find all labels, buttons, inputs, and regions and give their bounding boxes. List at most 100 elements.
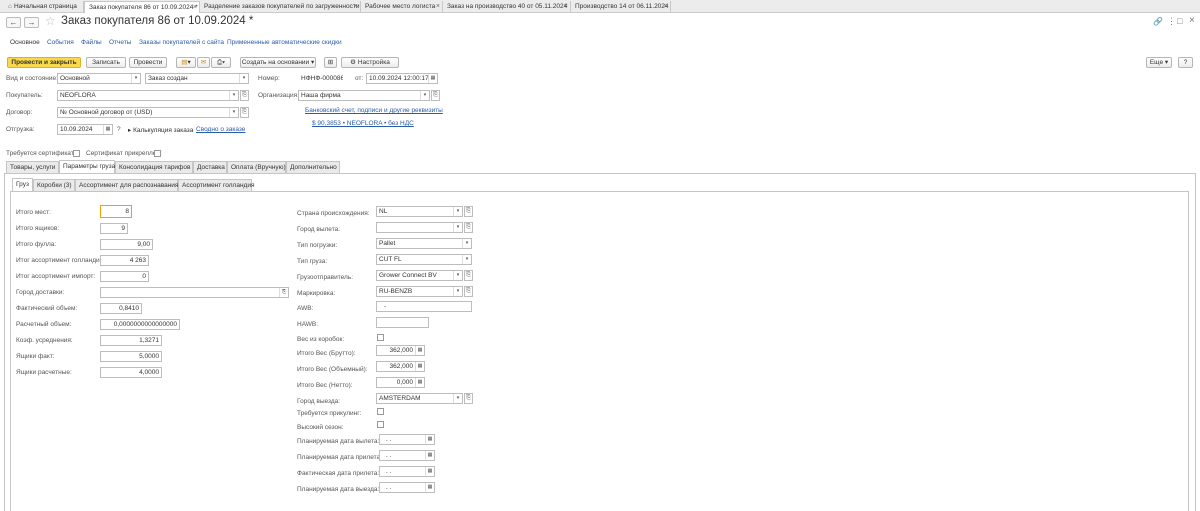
calculator-icon[interactable]: ▦ — [415, 362, 424, 371]
settings-button[interactable]: ⚙ Настройка — [341, 57, 399, 68]
forward-button[interactable]: → — [24, 17, 39, 28]
chevron-down-icon[interactable]: ▾ — [239, 74, 248, 83]
calculator-icon[interactable]: ▦ — [415, 378, 424, 387]
date-field[interactable]: 10.09.2024 12:00:17 ▦ — [366, 73, 438, 84]
total-places-field[interactable]: 8 — [100, 205, 132, 218]
chevron-down-icon[interactable]: ▾ — [453, 223, 462, 232]
tab-cargo[interactable]: Груз — [12, 178, 33, 191]
calendar-icon[interactable]: ▦ — [103, 125, 112, 134]
state-select[interactable]: Заказ создан ▾ — [145, 73, 249, 84]
awb-field[interactable]: - — [376, 301, 472, 312]
shipment-date-field[interactable]: 10.09.2024 ▦ — [57, 124, 113, 135]
planned-arrival-field[interactable]: . . ▦ — [379, 450, 435, 461]
tab-cargo-params[interactable]: Параметры груза — [59, 160, 115, 173]
open-link-icon[interactable]: ⎘ — [240, 107, 249, 118]
open-link-icon[interactable]: ⎘ — [464, 270, 473, 281]
window-tab-logist[interactable]: Рабочее место логиста × — [361, 1, 443, 13]
documents-menu-button[interactable]: ▤▾ — [176, 57, 196, 68]
close-icon[interactable]: × — [564, 1, 568, 12]
post-button[interactable]: Провести — [129, 57, 167, 68]
volume-weight-field[interactable]: 362,000 ▦ — [376, 361, 425, 372]
actual-volume-field[interactable]: 0,8410 — [100, 303, 142, 314]
calc-volume-field[interactable]: 0,0000000000000000 — [100, 319, 180, 330]
net-weight-field[interactable]: 0,000 ▦ — [376, 377, 425, 388]
window-tab-production-order[interactable]: Заказ на производство 40 от 05.11.2024 × — [443, 1, 571, 13]
cert-attached-checkbox[interactable] — [154, 150, 161, 157]
import-assortment-field[interactable]: 0 — [100, 271, 149, 282]
loading-type-select[interactable]: Pallet ▾ — [376, 238, 472, 249]
calc-boxes-field[interactable]: 4,0000 — [100, 367, 162, 378]
averaging-coef-field[interactable]: 1,3271 — [100, 335, 162, 346]
origin-country-field[interactable]: NL ▾ — [376, 206, 463, 217]
chevron-down-icon[interactable]: ▾ — [453, 207, 462, 216]
section-site-orders[interactable]: Заказы покупателей с сайта — [139, 39, 224, 46]
tab-goods-services[interactable]: Товары, услуги — [6, 161, 59, 173]
weight-from-boxes-checkbox[interactable] — [377, 334, 384, 341]
number-field[interactable]: НФНФ-000086 — [298, 73, 344, 84]
open-link-icon[interactable]: ⎘ — [240, 90, 249, 101]
total-full-field[interactable]: 9,00 — [100, 239, 153, 250]
tab-payment[interactable]: Оплата (Вручную) — [227, 161, 286, 173]
link-icon[interactable]: 🔗 — [1153, 17, 1163, 26]
structure-button[interactable]: ⊞ — [324, 57, 337, 68]
actual-arrival-field[interactable]: . . ▦ — [379, 466, 435, 477]
tab-recognition-assortment[interactable]: Ассортимент для распознавания — [75, 179, 178, 191]
open-link-icon[interactable]: ⎘ — [464, 393, 473, 404]
gross-weight-field[interactable]: 362,000 ▦ — [376, 345, 425, 356]
calendar-icon[interactable]: ▦ — [425, 483, 434, 492]
marking-field[interactable]: RU-BENZB ▾ — [376, 286, 463, 297]
section-events[interactable]: События — [47, 39, 74, 46]
chevron-down-icon[interactable]: ▾ — [462, 239, 471, 248]
exit-city-field[interactable]: AMSTERDAM ▾ — [376, 393, 463, 404]
close-icon[interactable]: × — [193, 2, 197, 13]
total-boxes-field[interactable]: 9 — [100, 223, 128, 234]
calendar-icon[interactable]: ▦ — [425, 451, 434, 460]
order-summary-link[interactable]: Сводно о заказе — [196, 126, 245, 133]
post-and-close-button[interactable]: Провести и закрыть — [7, 57, 81, 68]
precooling-checkbox[interactable] — [377, 408, 384, 415]
planned-exit-field[interactable]: . . ▦ — [379, 482, 435, 493]
section-files[interactable]: Файлы — [81, 39, 102, 46]
close-icon[interactable]: × — [436, 1, 440, 12]
more-vertical-icon[interactable]: ⋮ — [1167, 16, 1176, 27]
cargo-type-select[interactable]: CUT FL ▾ — [376, 254, 472, 265]
open-link-icon[interactable]: ⎘ — [464, 222, 473, 233]
shipper-field[interactable]: Grower Connect BV ▾ — [376, 270, 463, 281]
open-link-icon[interactable]: ⎘ — [431, 90, 440, 101]
open-link-icon[interactable]: ⎘ — [279, 288, 288, 297]
chevron-down-icon[interactable]: ▾ — [229, 91, 238, 100]
open-link-icon[interactable]: ⎘ — [464, 286, 473, 297]
high-season-checkbox[interactable] — [377, 421, 384, 428]
chevron-down-icon[interactable]: ▾ — [420, 91, 429, 100]
cert-required-checkbox[interactable] — [73, 150, 80, 157]
chevron-down-icon[interactable]: ▾ — [462, 255, 471, 264]
create-based-on-button[interactable]: Создать на основании ▾ — [240, 57, 316, 68]
window-tab-home[interactable]: ⌂ Начальная страница — [4, 1, 84, 13]
calculator-icon[interactable]: ▦ — [415, 346, 424, 355]
favorite-star-icon[interactable]: ☆ — [45, 14, 56, 28]
chevron-down-icon[interactable]: ▾ — [131, 74, 140, 83]
tab-holland-assortment[interactable]: Ассортимент голландия — [178, 179, 255, 191]
calculation-link[interactable]: ▸ Калькуляция заказа — [128, 126, 193, 134]
buyer-field[interactable]: NEOFLORA ▾ — [57, 90, 239, 101]
window-tab-split-orders[interactable]: Разделение заказов покупателей по загруж… — [200, 1, 361, 13]
mail-button[interactable]: ✉ — [197, 57, 210, 68]
tab-delivery[interactable]: Доставка — [193, 161, 227, 173]
close-icon[interactable]: × — [354, 1, 358, 12]
chevron-down-icon[interactable]: ▾ — [453, 287, 462, 296]
calendar-icon[interactable]: ▦ — [425, 435, 434, 444]
chevron-down-icon[interactable]: ▾ — [453, 271, 462, 280]
chevron-down-icon[interactable]: ▾ — [229, 108, 238, 117]
more-button[interactable]: Еще ▾ — [1146, 57, 1172, 68]
print-menu-button[interactable]: ⎙▾ — [211, 57, 231, 68]
chevron-down-icon[interactable]: ▾ — [453, 394, 462, 403]
holland-assortment-field[interactable]: 4 263 — [100, 255, 149, 266]
save-button[interactable]: Записать — [86, 57, 126, 68]
hawb-field[interactable] — [376, 317, 429, 328]
order-sum-link[interactable]: $ 90,3853 • NEOFLORA • без НДС — [312, 120, 414, 127]
bank-details-link[interactable]: Банковский счет, подписи и другие реквиз… — [305, 107, 443, 114]
close-icon[interactable]: × — [664, 1, 668, 12]
tab-boxes[interactable]: Коробки (3) — [33, 179, 75, 191]
window-tab-order[interactable]: Заказ покупателя 86 от 10.09.2024 * × — [84, 1, 200, 13]
departure-city-field[interactable]: ▾ — [376, 222, 463, 233]
